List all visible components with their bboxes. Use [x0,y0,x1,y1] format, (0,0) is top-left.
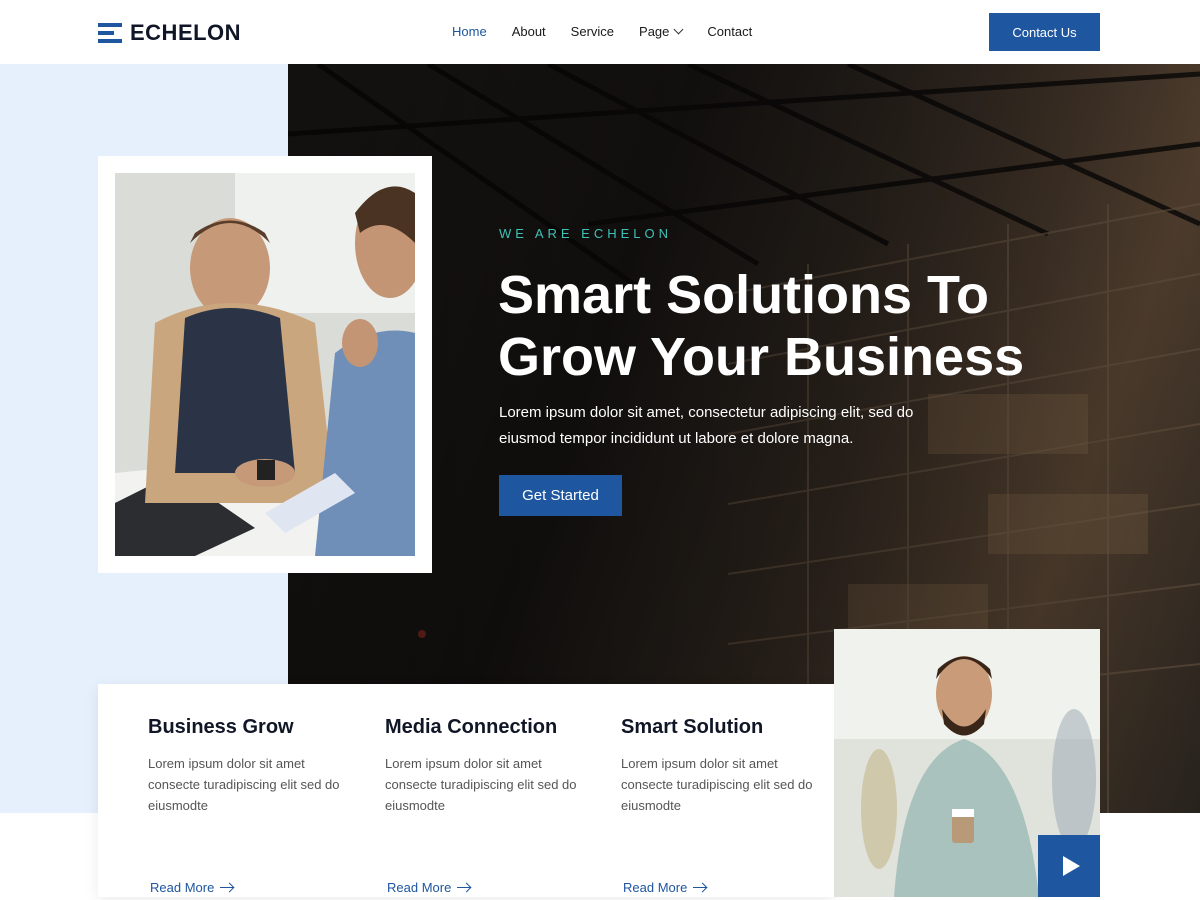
logo-text: ECHELON [130,20,242,45]
meeting-photo-card [98,156,432,573]
nav-item-home[interactable]: Home [452,24,487,39]
read-more-link[interactable]: Read More [623,880,707,895]
logo[interactable]: ECHELON [98,20,241,46]
feature-media-connection: Media Connection Lorem ipsum dolor sit a… [385,716,585,895]
main-nav: Home About Service Page Contact [452,24,752,39]
arrow-right-icon [457,883,471,893]
site-header: ECHELON Home About Service Page Contact … [0,0,1200,64]
read-more-link[interactable]: Read More [387,880,471,895]
arrow-right-icon [693,883,707,893]
play-video-button[interactable] [1038,835,1100,897]
feature-text: Lorem ipsum dolor sit amet consecte tura… [621,756,813,813]
logo-icon [98,22,122,44]
hero-headline: Smart Solutions To Grow Your Business [498,265,1025,387]
features-panel: Business Grow Lorem ipsum dolor sit amet… [98,684,834,897]
smiling-man-photo [834,629,1100,897]
nav-item-about[interactable]: About [512,24,546,39]
meeting-photo [115,173,415,556]
read-more-link[interactable]: Read More [150,880,234,895]
contact-us-button[interactable]: Contact Us [989,13,1100,51]
feature-text: Lorem ipsum dolor sit amet consecte tura… [385,756,577,813]
feature-text: Lorem ipsum dolor sit amet consecte tura… [148,756,340,813]
hero-subtitle: Lorem ipsum dolor sit amet, consectetur … [499,404,914,447]
feature-title: Media Connection [385,716,558,738]
feature-title: Business Grow [148,716,294,738]
nav-item-contact[interactable]: Contact [707,24,752,39]
arrow-right-icon [220,883,234,893]
hero-eyebrow: WE ARE ECHELON [499,226,673,241]
feature-business-grow: Business Grow Lorem ipsum dolor sit amet… [148,716,348,895]
nav-item-service[interactable]: Service [571,24,614,39]
play-icon [1062,856,1080,876]
feature-smart-solution: Smart Solution Lorem ipsum dolor sit ame… [621,716,821,895]
nav-item-page[interactable]: Page [639,24,684,39]
get-started-button[interactable]: Get Started [499,475,622,516]
feature-title: Smart Solution [621,716,764,738]
chevron-down-icon [673,24,684,35]
